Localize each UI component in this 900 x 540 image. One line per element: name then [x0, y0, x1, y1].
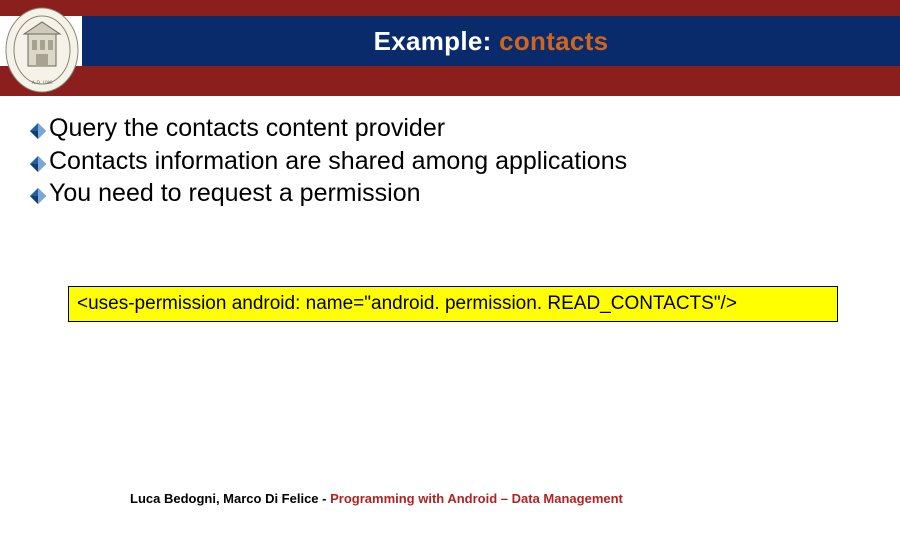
- bullet-item: Contacts information are shared among ap…: [30, 146, 870, 178]
- code-snippet-box: <uses-permission android: name="android.…: [68, 286, 838, 322]
- footer-dash: -: [319, 491, 331, 506]
- title-accent: contacts: [499, 26, 608, 56]
- slide-title: Example: contacts: [374, 26, 609, 57]
- code-text: <uses-permission android: name="android.…: [77, 293, 737, 314]
- bullet-text: Contacts information are shared among ap…: [49, 146, 627, 178]
- diamond-bullet-icon: [30, 156, 46, 172]
- footer-subtitle: Programming with Android – Data Manageme…: [330, 491, 623, 506]
- content-area: Query the contacts content provider Cont…: [30, 112, 870, 211]
- title-prefix: Example:: [374, 26, 500, 56]
- header-bar: Example: contacts: [82, 16, 900, 66]
- bullet-item: You need to request a permission: [30, 178, 870, 210]
- under-stripe: [0, 66, 900, 96]
- bullet-text: You need to request a permission: [49, 178, 421, 210]
- slide: Example: contacts A.D. 1088 Query the co…: [0, 0, 900, 540]
- diamond-bullet-icon: [30, 123, 46, 139]
- diamond-bullet-icon: [30, 188, 46, 204]
- footer-authors: Luca Bedogni, Marco Di Felice: [130, 491, 319, 506]
- bullet-text: Query the contacts content provider: [49, 113, 445, 145]
- bullet-item: Query the contacts content provider: [30, 113, 870, 145]
- top-stripe: [0, 0, 900, 16]
- footer: Luca Bedogni, Marco Di Felice - Programm…: [130, 491, 623, 506]
- university-seal-logo: A.D. 1088: [4, 6, 80, 94]
- svg-text:A.D. 1088: A.D. 1088: [32, 81, 53, 86]
